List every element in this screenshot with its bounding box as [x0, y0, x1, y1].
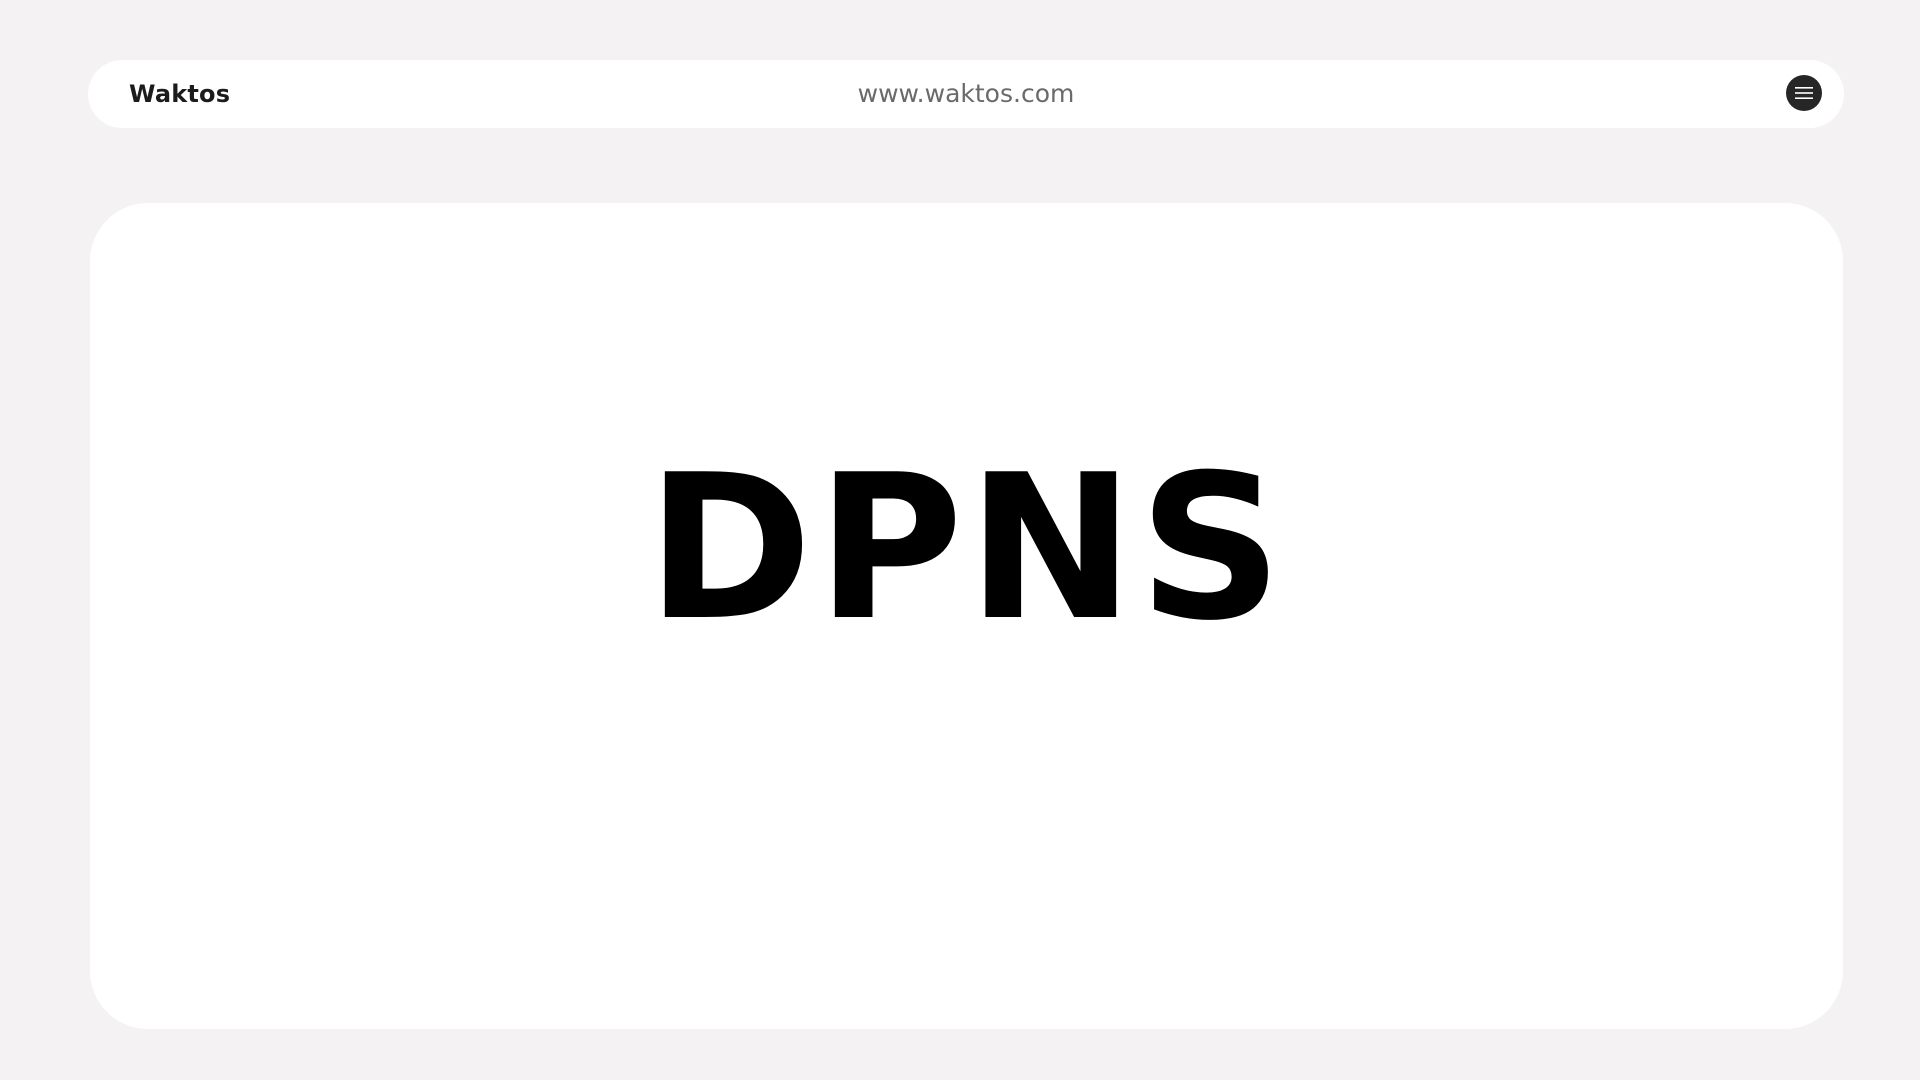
menu-button[interactable]: [1786, 75, 1822, 111]
hero-headline: DPNS: [646, 432, 1287, 665]
top-bar: Waktos www.waktos.com: [88, 60, 1844, 128]
hero-card: DPNS: [90, 203, 1843, 1029]
hamburger-menu-icon: [1795, 87, 1813, 99]
site-url: www.waktos.com: [857, 79, 1075, 108]
brand-logo-text[interactable]: Waktos: [129, 60, 230, 128]
